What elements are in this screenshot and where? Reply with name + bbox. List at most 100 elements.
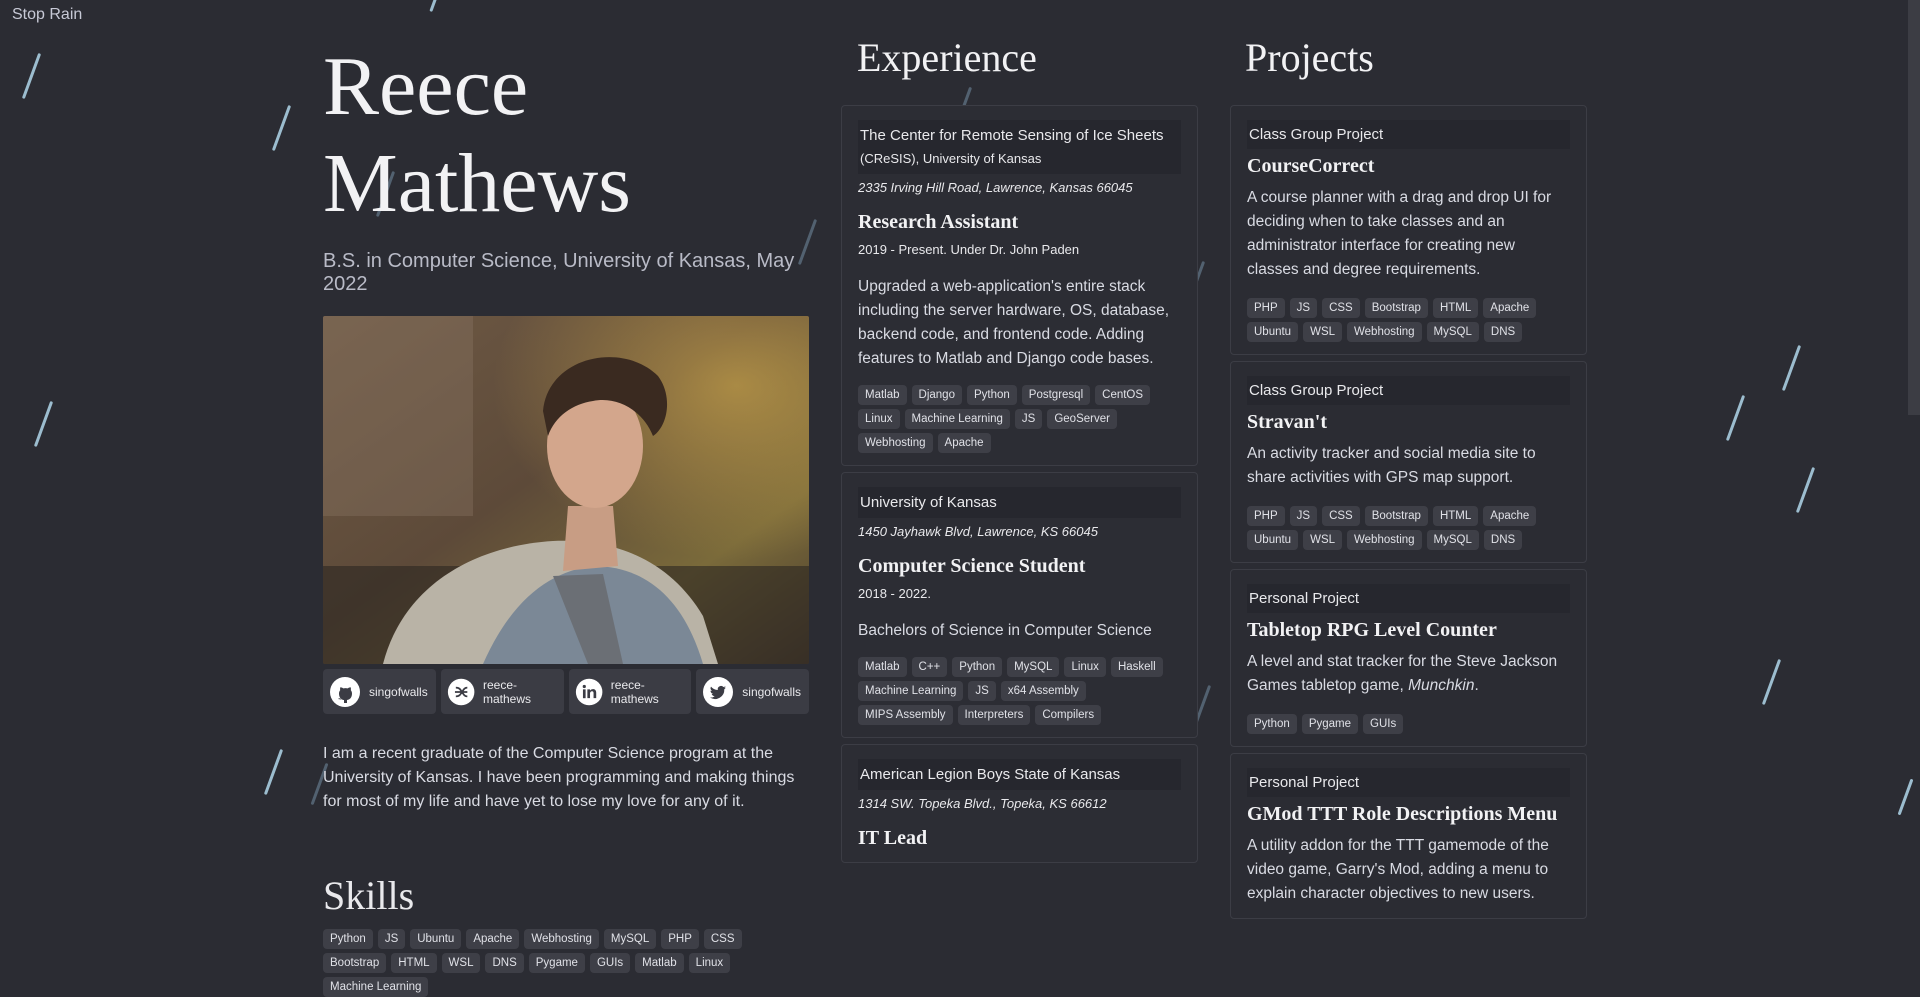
tag: MySQL — [603, 929, 657, 949]
raindrop — [1725, 394, 1746, 442]
tag: CSS — [1322, 506, 1360, 526]
experience-org: The Center for Remote Sensing of Ice She… — [858, 120, 1181, 174]
raindrop — [1897, 778, 1914, 816]
role-dates: 2018 - 2022. — [858, 586, 932, 601]
project-description: A utility addon for the TTT gamemode of … — [1247, 837, 1549, 902]
tag: Machine Learning — [858, 681, 964, 701]
tag: Ubuntu — [410, 929, 462, 949]
project-card: Class Group Project CourseCorrect A cour… — [1230, 105, 1587, 355]
project-card: Personal Project GMod TTT Role Descripti… — [1230, 753, 1587, 919]
bio-paragraph: I am a recent graduate of the Computer S… — [323, 745, 795, 810]
project-description: A level and stat tracker for the Steve J… — [1247, 650, 1570, 698]
stop-rain-button[interactable]: Stop Rain — [12, 6, 82, 24]
experience-card: American Legion Boys State of Kansas 131… — [841, 744, 1198, 863]
tag: DNS — [1483, 322, 1523, 342]
project-title: Tabletop RPG Level Counter — [1247, 619, 1497, 641]
raindrop — [263, 748, 284, 796]
tag: PHP — [661, 929, 699, 949]
tag: DNS — [485, 953, 524, 973]
org-address: 1314 SW. Topeka Blvd., Topeka, KS 66612 — [858, 796, 1107, 811]
tag: Webhosting — [524, 929, 599, 949]
tag: CSS — [703, 929, 742, 949]
skills-tags: Python JS Ubuntu Apache Webhosting MySQL PHP CS… — [323, 929, 809, 997]
tag: Apache — [1483, 506, 1537, 526]
role-tags: Matlab C++ Python MySQL Linux Haskell Machine … — [858, 657, 1181, 725]
tag: GUIs — [589, 953, 631, 973]
project-kind: Class Group Project — [1247, 120, 1570, 149]
name-first: Reece — [323, 40, 529, 133]
org-address: 2335 Irving Hill Road, Lawrence, Kansas … — [858, 180, 1133, 195]
tag: JS — [377, 929, 406, 949]
project-tags: PHP JS CSS Bootstrap HTML Apache Ubuntu WSL Webh… — [1247, 298, 1570, 342]
game-name: Munchkin — [1408, 677, 1475, 694]
stackshare-link[interactable]: reece-mathews — [440, 669, 564, 714]
tag: Python — [323, 929, 373, 949]
description-text: A level and stat tracker for the Steve J… — [1247, 653, 1558, 694]
tag: Python — [1247, 714, 1297, 734]
tag: Apache — [937, 433, 991, 453]
project-title: CourseCorrect — [1247, 155, 1375, 177]
tag: Apache — [1483, 298, 1537, 318]
role-dates: 2019 - Present. Under Dr. John Paden — [858, 242, 1080, 257]
stackshare-icon — [447, 678, 475, 705]
raindrop — [1761, 658, 1782, 706]
tag: Machine Learning — [323, 977, 429, 997]
project-description: A course planner with a drag and drop UI… — [1247, 189, 1552, 278]
role-title: Research Assistant — [858, 211, 1019, 233]
tag: MySQL — [1426, 322, 1479, 342]
tag: Webhosting — [858, 433, 933, 453]
tag: Linux — [858, 409, 900, 429]
tag: JS — [968, 681, 996, 701]
tag: MySQL — [1007, 657, 1060, 677]
tag: C++ — [911, 657, 948, 677]
profile-photo — [323, 316, 809, 664]
profile-photo-image — [323, 316, 809, 664]
twitter-handle: singofwalls — [742, 684, 801, 699]
experience-org: University of Kansas — [858, 487, 1181, 518]
project-title: Stravan't — [1247, 411, 1327, 433]
experience-column: Experience The Center for Remote Sensing… — [841, 32, 1198, 869]
tag: WSL — [1303, 530, 1343, 550]
raindrop — [1795, 466, 1816, 514]
project-kind: Class Group Project — [1247, 376, 1570, 405]
org-name: The Center for Remote Sensing of Ice She… — [860, 127, 1164, 144]
tag: Ubuntu — [1247, 530, 1299, 550]
twitter-icon — [703, 676, 734, 707]
linkedin-link[interactable]: reece-mathews — [568, 669, 692, 714]
raindrop — [33, 400, 54, 448]
raindrop — [271, 104, 292, 152]
tag: Django — [911, 385, 962, 405]
tag: JS — [1014, 409, 1043, 429]
scrollbar-thumb[interactable] — [1908, 0, 1920, 415]
tag: Linux — [1064, 657, 1106, 677]
tag: HTML — [391, 953, 437, 973]
role-title: IT Lead — [858, 827, 928, 849]
github-link[interactable]: singofwalls — [323, 669, 436, 714]
linkedin-icon — [575, 678, 602, 705]
project-tags: Python Pygame GUIs — [1247, 714, 1570, 734]
tag: Postgresql — [1021, 385, 1091, 405]
twitter-link[interactable]: singofwalls — [696, 669, 809, 714]
tag: Apache — [466, 929, 520, 949]
social-links: singofwalls reece-mathews reece-mathews — [323, 669, 809, 714]
projects-heading: Projects — [1245, 35, 1374, 80]
role-description: Bachelors of Science in Computer Science — [858, 622, 1152, 639]
skills-heading: Skills — [323, 873, 415, 918]
raindrop — [21, 52, 42, 100]
role-title: Computer Science Student — [858, 555, 1086, 577]
experience-org: American Legion Boys State of Kansas — [858, 759, 1181, 790]
experience-heading: Experience — [857, 35, 1037, 80]
tag: Haskell — [1110, 657, 1163, 677]
project-title: GMod TTT Role Descriptions Menu — [1247, 803, 1558, 825]
tag: x64 Assembly — [1000, 681, 1086, 701]
role-tags: Matlab Django Python Postgresql CentOS Linux M… — [858, 385, 1181, 453]
tag: Bootstrap — [1364, 506, 1428, 526]
tag: Webhosting — [1347, 322, 1422, 342]
project-kind: Personal Project — [1247, 584, 1570, 613]
tag: JS — [1289, 506, 1318, 526]
projects-column: Projects Class Group Project CourseCorre… — [1230, 32, 1587, 925]
tag: Machine Learning — [904, 409, 1010, 429]
tag: PHP — [1247, 506, 1285, 526]
experience-card: University of Kansas 1450 Jayhawk Blvd, … — [841, 472, 1198, 738]
description-end: . — [1474, 677, 1479, 694]
